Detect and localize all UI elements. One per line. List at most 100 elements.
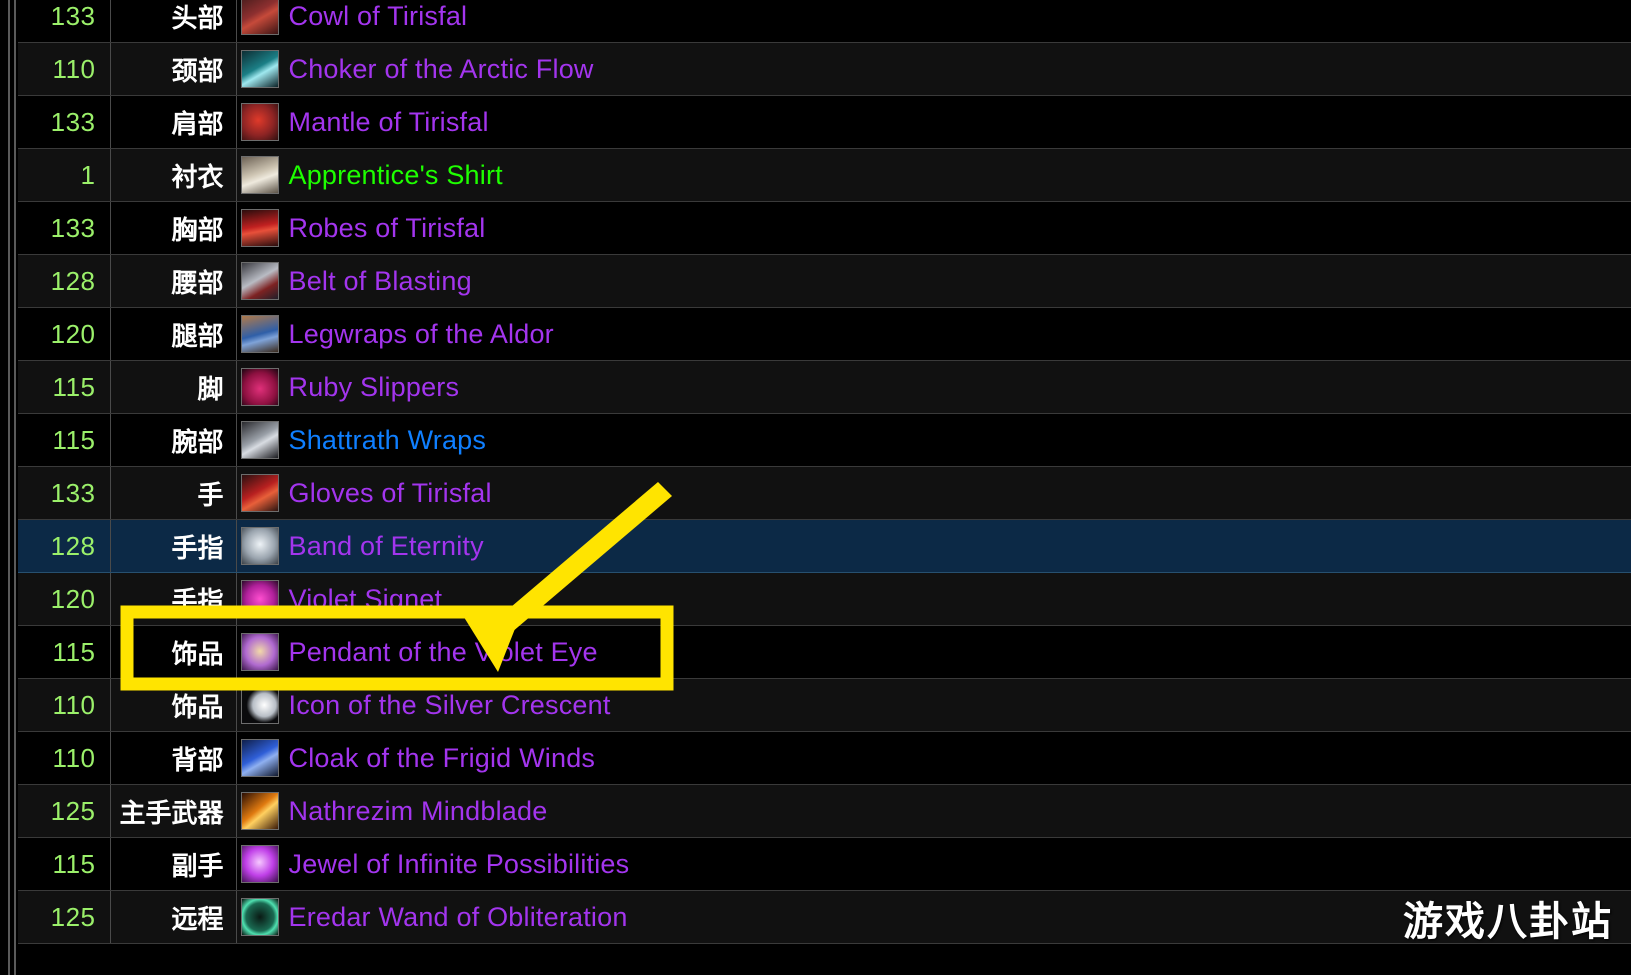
item-entry: Jewel of Infinite Possibilities [240,838,1631,890]
table-row[interactable]: 115 脚 Ruby Slippers [18,360,1631,414]
item-name-link[interactable]: Apprentice's Shirt [289,160,503,191]
item-name-link[interactable]: Jewel of Infinite Possibilities [289,849,630,880]
item-entry: Shattrath Wraps [240,414,1631,466]
item-level-cell: 115 [18,625,111,679]
offhand-jewel-icon[interactable] [240,845,279,883]
item-entry: Band of Eternity [240,520,1631,572]
item-name-link[interactable]: Violet Signet [289,584,443,615]
item-name-link[interactable]: Cowl of Tirisfal [289,1,468,32]
table-row[interactable]: 120 腿部 Legwraps of the Aldor [18,307,1631,361]
item-entry: Cloak of the Frigid Winds [240,732,1631,784]
equipment-slot-cell: 腰部 [110,254,237,308]
robe-tirisfal-icon[interactable] [240,209,279,247]
item-name-link[interactable]: Legwraps of the Aldor [289,319,554,350]
equipment-slot-cell: 手指 [110,572,237,626]
item-cell: Nathrezim Mindblade [236,784,1631,838]
item-level-cell: 120 [18,572,111,626]
item-name-link[interactable]: Ruby Slippers [289,372,460,403]
item-name-link[interactable]: Eredar Wand of Obliteration [289,902,628,933]
table-row[interactable]: 110 背部 Cloak of the Frigid Winds [18,731,1631,785]
equipment-slot-cell: 衬衣 [110,148,237,202]
item-level-cell: 133 [18,201,111,255]
item-cell: Ruby Slippers [236,360,1631,414]
equipment-slot-cell: 主手武器 [110,784,237,838]
trinket-violet-eye-icon[interactable] [240,633,279,671]
item-level-cell: 120 [18,307,111,361]
legs-aldor-icon[interactable] [240,315,279,353]
item-name-link[interactable]: Robes of Tirisfal [289,213,486,244]
table-row[interactable]: 115 副手 Jewel of Infinite Possibilities [18,837,1631,891]
item-cell: Pendant of the Violet Eye [236,625,1631,679]
item-name-link[interactable]: Gloves of Tirisfal [289,478,492,509]
equipment-slot-cell: 手指 [110,519,237,573]
item-cell: Robes of Tirisfal [236,201,1631,255]
table-row[interactable]: 133 头部 Cowl of Tirisfal [18,0,1631,43]
item-cell: Belt of Blasting [236,254,1631,308]
table-row[interactable]: 115 饰品 Pendant of the Violet Eye [18,625,1631,679]
item-name-link[interactable]: Cloak of the Frigid Winds [289,743,596,774]
table-row[interactable]: 133 手 Gloves of Tirisfal [18,466,1631,520]
item-entry: Mantle of Tirisfal [240,96,1631,148]
bracers-shattrath-icon[interactable] [240,421,279,459]
equipment-slot-cell: 颈部 [110,42,237,96]
gear-list-screen: 133 头部 Cowl of Tirisfal 110 颈部 Choker of the … [0,0,1631,975]
ring-violet-signet-icon[interactable] [240,580,279,618]
mainhand-mindblade-icon[interactable] [240,792,279,830]
item-cell: Choker of the Arctic Flow [236,42,1631,96]
item-level-cell: 128 [18,519,111,573]
item-name-link[interactable]: Icon of the Silver Crescent [289,690,611,721]
item-cell: Icon of the Silver Crescent [236,678,1631,732]
item-level-cell: 1 [18,148,111,202]
item-level-cell: 110 [18,678,111,732]
belt-blasting-icon[interactable] [240,262,279,300]
equipment-slot-cell: 腕部 [110,413,237,467]
table-row[interactable]: 125 主手武器 Nathrezim Mindblade [18,784,1631,838]
item-name-link[interactable]: Choker of the Arctic Flow [289,54,594,85]
equipment-slot-cell: 脚 [110,360,237,414]
item-entry: Cowl of Tirisfal [240,0,1631,42]
item-cell: Apprentice's Shirt [236,148,1631,202]
item-level-cell: 110 [18,731,111,785]
wand-eredar-icon[interactable] [240,898,279,936]
item-entry: Pendant of the Violet Eye [240,626,1631,678]
necklace-arctic-icon[interactable] [240,50,279,88]
ring-eternity-icon[interactable] [240,527,279,565]
item-cell: Jewel of Infinite Possibilities [236,837,1631,891]
item-name-link[interactable]: Mantle of Tirisfal [289,107,489,138]
equipment-slot-cell: 远程 [110,890,237,944]
item-entry: Belt of Blasting [240,255,1631,307]
item-name-link[interactable]: Shattrath Wraps [289,425,487,456]
table-row[interactable]: 115 腕部 Shattrath Wraps [18,413,1631,467]
table-row[interactable]: 125 远程 Eredar Wand of Obliteration [18,890,1631,944]
table-row[interactable]: 133 肩部 Mantle of Tirisfal [18,95,1631,149]
table-row[interactable]: 110 颈部 Choker of the Arctic Flow [18,42,1631,96]
shoulder-tirisfal-icon[interactable] [240,103,279,141]
gloves-tirisfal-icon[interactable] [240,474,279,512]
table-row[interactable]: 128 腰部 Belt of Blasting [18,254,1631,308]
character-gear-table: 133 头部 Cowl of Tirisfal 110 颈部 Choker of the … [18,0,1631,944]
table-row[interactable]: 110 饰品 Icon of the Silver Crescent [18,678,1631,732]
item-entry: Violet Signet [240,573,1631,625]
table-row[interactable]: 133 胸部 Robes of Tirisfal [18,201,1631,255]
table-row[interactable]: 120 手指 Violet Signet [18,572,1631,626]
item-entry: Ruby Slippers [240,361,1631,413]
cloak-frigid-icon[interactable] [240,739,279,777]
equipment-slot-cell: 手 [110,466,237,520]
equipment-slot-cell: 背部 [110,731,237,785]
item-name-link[interactable]: Belt of Blasting [289,266,472,297]
table-row[interactable]: 1 衬衣 Apprentice's Shirt [18,148,1631,202]
boots-ruby-icon[interactable] [240,368,279,406]
trinket-silver-crescent-icon[interactable] [240,686,279,724]
item-cell: Legwraps of the Aldor [236,307,1631,361]
item-level-cell: 115 [18,837,111,891]
item-name-link[interactable]: Nathrezim Mindblade [289,796,548,827]
item-level-cell: 125 [18,890,111,944]
table-row[interactable]: 128 手指 Band of Eternity [18,519,1631,573]
item-name-link[interactable]: Pendant of the Violet Eye [289,637,598,668]
helm-tirisfal-icon[interactable] [240,0,279,35]
equipment-slot-cell: 饰品 [110,678,237,732]
item-name-link[interactable]: Band of Eternity [289,531,484,562]
shirt-apprentice-icon[interactable] [240,156,279,194]
site-watermark: 游戏八卦站 [1403,899,1613,945]
item-cell: Gloves of Tirisfal [236,466,1631,520]
